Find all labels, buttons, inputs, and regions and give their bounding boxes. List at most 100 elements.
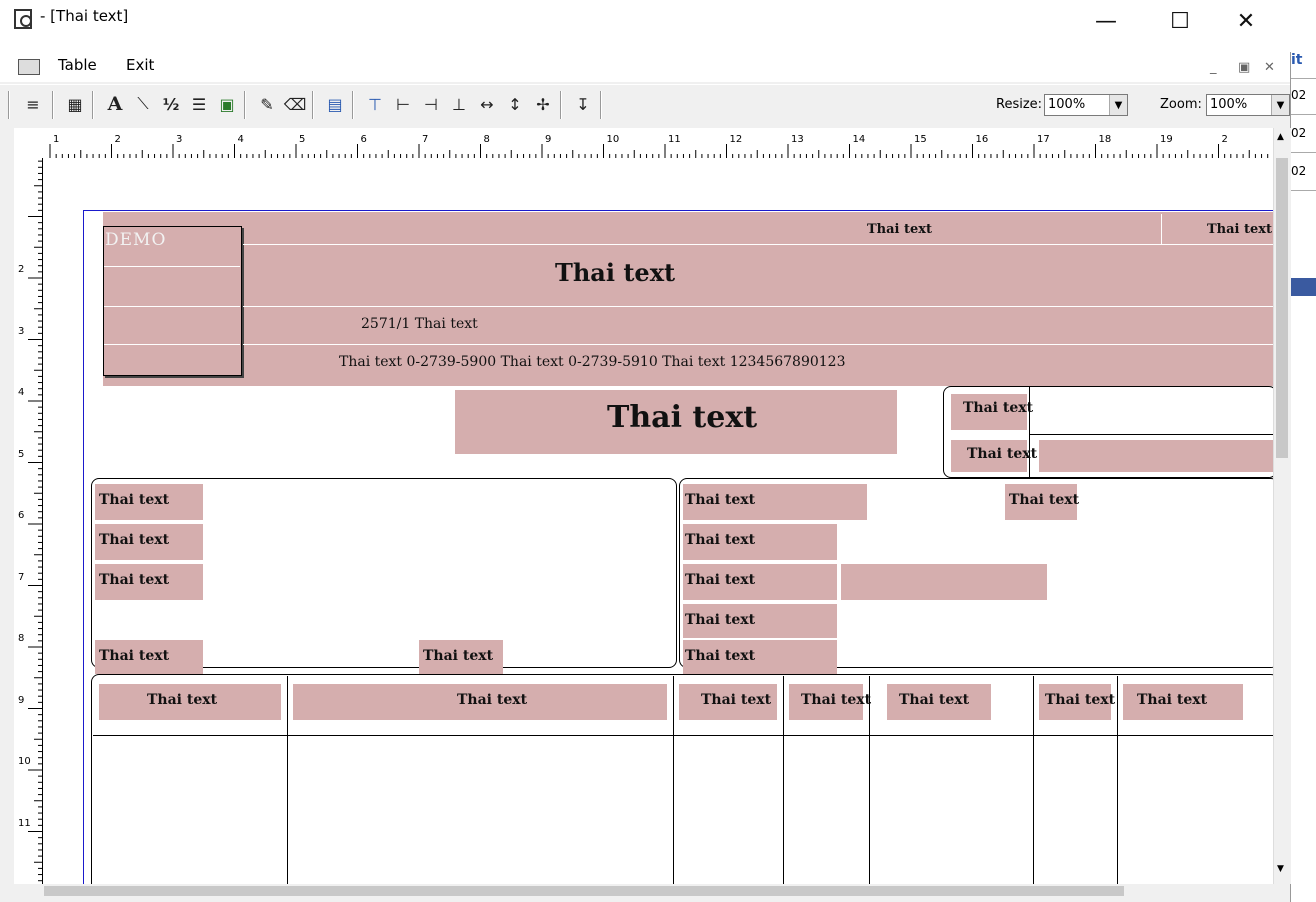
toolbar: ≡ ▦ A ⟍ ½ ☰ ▣ ✎ ⌫ ▤ ⊤ ⊢ ⊣ ⊥ ↔ ↕ ✢ ↧ Resi… [0,84,1290,125]
ruler-number: 16 [975,134,989,145]
zoom-label: Zoom: [1160,97,1202,112]
line-tool-icon[interactable]: ⟍ [130,91,156,117]
same-width-icon[interactable]: ↔ [474,91,500,117]
align-right-icon[interactable]: ⊣ [418,91,444,117]
horizontal-ruler: 1 2 3 4 5 6 7 8 9 10 11 12 13 14 15 16 17 18 19 2 [14,128,1276,159]
same-size-icon[interactable]: ✢ [530,91,556,117]
align-center-icon[interactable]: ⊢ [390,91,416,117]
ruler-number: 5 [18,448,25,460]
table-icon[interactable]: ▦ [62,91,88,117]
branch-issuing-label: Thai text [867,222,933,237]
resize-select[interactable]: 100% ▼ [1044,94,1128,116]
ruler-number: 7 [422,134,429,145]
doc-no-label: Thai text [963,400,1034,416]
vertical-scroll-thumb[interactable] [1276,158,1288,458]
address-label: Thai text [99,572,170,588]
ruler-number: 2 [1221,134,1228,145]
ruler-number: 3 [18,325,25,337]
horizontal-scrollbar[interactable] [14,884,1273,902]
zoom-value: 100% [1210,97,1248,112]
date-value-box[interactable] [1039,440,1273,472]
menu-exit[interactable]: Exit [126,56,154,74]
ruler-number: 14 [852,134,866,145]
dropdown-arrow-icon[interactable]: ▼ [1271,95,1289,115]
horizontal-scroll-thumb[interactable] [44,886,1124,896]
insert-band-icon[interactable]: ↧ [570,91,596,117]
header-divider [243,306,1273,307]
background-window: it 02 02 02 [1290,52,1316,902]
ruler-number: 5 [299,134,306,145]
customer-code-label: Thai text [99,492,170,508]
ref-date-label: Thai text [685,572,756,588]
ruler-number: 10 [606,134,620,145]
logo-divider [104,306,240,307]
same-height-icon[interactable]: ↕ [502,91,528,117]
scroll-down-icon[interactable]: ▼ [1277,864,1284,874]
picture-icon[interactable]: ▣ [214,91,240,117]
zoom-select[interactable]: 100% ▼ [1206,94,1290,116]
ruler-number: 17 [1037,134,1050,145]
ruler-number: 13 [791,134,804,145]
ruler-number: 1 [53,134,60,145]
toolbar-separator [600,91,601,119]
logo-divider [104,266,240,267]
header-divider [243,244,1273,245]
background-window-tab [1291,278,1316,296]
tel-label: Thai text [99,648,170,664]
toolbar-separator [244,91,245,119]
contact-label: Thai text [685,648,756,664]
align-left-icon[interactable]: ⊤ [362,91,388,117]
dropdown-arrow-icon[interactable]: ▼ [1109,95,1127,115]
ruler-number: 8 [483,134,490,145]
background-window-cell: 02 [1291,88,1316,115]
toolbar-separator [352,91,353,119]
mdi-close-button[interactable]: ✕ [1264,60,1275,75]
vertical-ruler: 2 3 4 5 6 7 8 9 10 11 [14,158,43,884]
properties-icon[interactable]: ✎ [254,91,280,117]
formula-icon[interactable]: ½ [158,91,184,117]
toolbar-separator [92,91,93,119]
col-product-code: Thai text [147,692,218,708]
mdi-minimize-button[interactable]: _ [1210,60,1217,75]
ruler-number: 15 [914,134,927,145]
col-unit-price: Thai text [899,692,970,708]
minimize-button[interactable]: — [1078,4,1134,38]
field-list-icon[interactable]: ≡ [20,91,46,117]
frame-divider [1029,387,1030,477]
ruler-number: 9 [545,134,552,145]
report-canvas: DEMO Thai text Thai text Thai text 2571/… [43,158,1273,884]
eraser-icon[interactable]: ⌫ [282,91,308,117]
toolbar-separator [52,91,53,119]
maximize-button[interactable]: ☐ [1152,4,1208,38]
ruler-number: 7 [18,571,25,583]
ruler-number: 11 [668,134,681,145]
scroll-up-icon[interactable]: ▲ [1277,132,1284,142]
toolbar-separator [312,91,313,119]
ruler-number: 6 [18,510,25,521]
ruler-number: 9 [18,694,25,706]
fax-label: Thai text [423,648,494,664]
menu-table[interactable]: Table [58,56,97,74]
col-description: Thai text [457,692,528,708]
background-window-cell: 02 [1291,164,1316,191]
chart-icon[interactable]: ▤ [322,91,348,117]
taxid-label: Thai text [685,492,756,508]
database-field-icon[interactable]: ☰ [186,91,212,117]
column-divider [1033,676,1034,884]
column-divider [287,676,288,884]
ruler-number: 11 [18,817,31,829]
horizontal-ruler-ticks [49,144,1275,158]
orig-invoice-label: Thai text [685,532,756,548]
ruler-number: 6 [360,134,367,145]
vertical-scrollbar[interactable]: ▲ ▼ [1273,128,1291,884]
ruler-number: 2 [18,264,25,275]
align-top-icon[interactable]: ⊥ [446,91,472,117]
logo-divider [104,344,240,345]
close-button[interactable]: ✕ [1218,4,1274,38]
mdi-restore-button[interactable]: ▣ [1238,60,1250,75]
column-divider [673,676,674,884]
ruler-number: 18 [1098,134,1112,145]
ref-date-value-box[interactable] [841,564,1047,600]
document-window-icon[interactable] [18,59,40,75]
text-tool-icon[interactable]: A [102,91,128,117]
